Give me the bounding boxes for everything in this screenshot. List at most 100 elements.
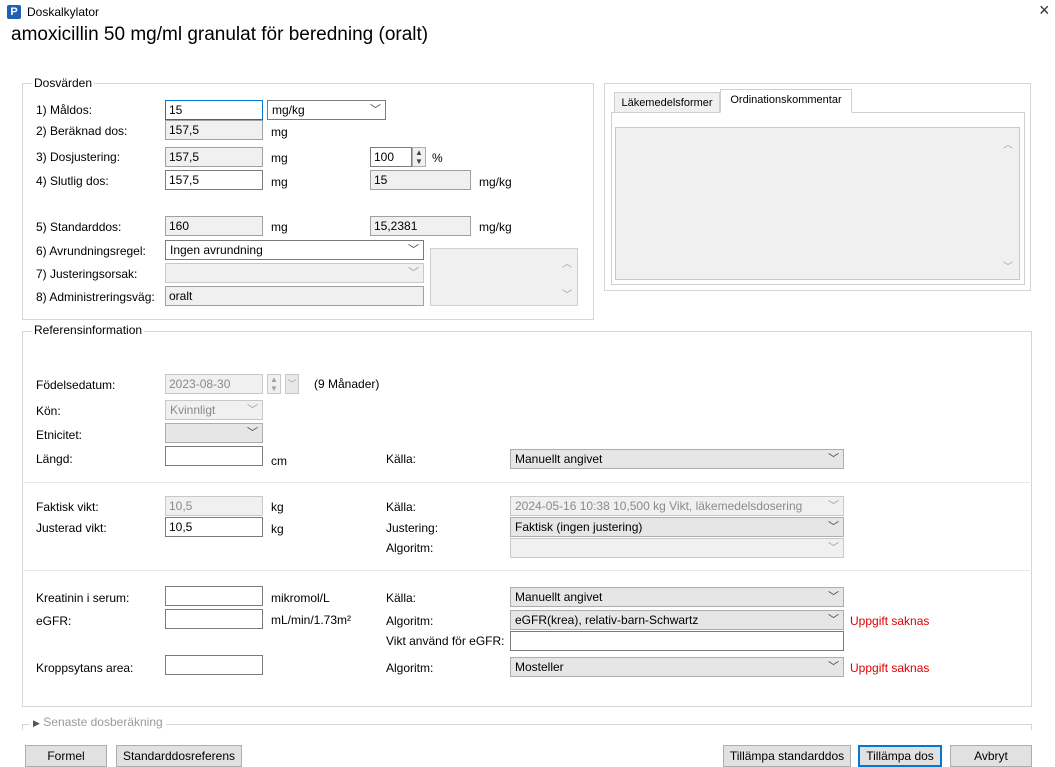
egfr-algoritm-label: Algoritm: (386, 614, 434, 628)
scroll-down-icon[interactable]: ﹀ (1003, 258, 1013, 273)
chevron-down-icon: ﹀ (828, 542, 839, 554)
kreatinin-input[interactable] (165, 586, 263, 606)
fodelse-input[interactable]: 2023-08-30 (165, 374, 263, 394)
chevron-down-icon: ﹀ (828, 661, 839, 673)
justeringsorsak-comment-box[interactable]: ︿ ﹀ (430, 248, 578, 306)
faktisk-vikt-source-label: Källa: (386, 500, 417, 514)
chevron-down-icon: ﹀ (408, 267, 419, 279)
justerad-vikt-label: Justerad vikt: (36, 521, 107, 535)
beraknad-value: 157,5 (165, 120, 263, 140)
beraknad-label: 2) Beräknad dos: (36, 124, 128, 138)
justeringsorsak-select[interactable]: ﹀ (165, 263, 424, 283)
chevron-down-icon: ﹀ (828, 453, 839, 465)
avrundning-select[interactable]: Ingen avrundning ﹀ (165, 240, 424, 260)
chevron-down-icon: ﹀ (828, 500, 839, 512)
fodelse-calendar-dropdown[interactable]: ﹀ (285, 374, 299, 394)
avbryt-button[interactable]: Avbryt (950, 745, 1032, 767)
egfr-algoritm-value: eGFR(krea), relativ-barn-Schwartz (515, 613, 699, 627)
maldos-unit-select[interactable]: mg/kg ﹀ (267, 100, 386, 120)
kroppsyta-missing-text: Uppgift saknas (850, 661, 930, 675)
vikt-algoritm-select[interactable]: ﹀ (510, 538, 844, 558)
tillampa-dos-button[interactable]: Tillämpa dos (858, 745, 942, 767)
tab-lakemedelsformer[interactable]: Läkemedelsformer (614, 92, 720, 112)
standarddosreferens-button[interactable]: Standarddosreferens (116, 745, 242, 767)
langd-source-select[interactable]: Manuellt angivet ﹀ (510, 449, 844, 469)
formel-button[interactable]: Formel (25, 745, 107, 767)
faktisk-vikt-source-value: 2024-05-16 10:38 10,500 kg Vikt, läkemed… (515, 499, 803, 513)
percent-spinner[interactable]: ▲ ▼ (412, 147, 426, 167)
justeringsorsak-label: 7) Justeringsorsak: (36, 267, 138, 281)
kroppsyta-label: Kroppsytans area: (36, 661, 134, 675)
standard-label: 5) Standarddos: (36, 220, 122, 234)
justerad-vikt-unit: kg (271, 522, 284, 536)
standard-perkg-value: 15,2381 (370, 216, 471, 236)
kreatinin-unit: mikromol/L (271, 591, 330, 605)
egfr-label: eGFR: (36, 614, 72, 628)
kroppsyta-algoritm-value: Mosteller (515, 660, 564, 674)
drug-title: amoxicillin 50 mg/ml granulat för beredn… (11, 24, 429, 45)
dosjustering-label: 3) Dosjustering: (36, 150, 121, 164)
justering-select[interactable]: Faktisk (ingen justering) ﹀ (510, 517, 844, 537)
scroll-up-icon[interactable]: ︿ (1003, 136, 1013, 151)
fodelse-label: Födelsedatum: (36, 378, 116, 392)
egfr-algoritm-select[interactable]: eGFR(krea), relativ-barn-Schwartz ﹀ (510, 610, 844, 630)
scroll-up-icon[interactable]: ︿ (562, 255, 572, 270)
slutlig-perkg-unit: mg/kg (479, 175, 512, 189)
fodelse-spinner[interactable]: ▲ ▼ (267, 374, 281, 394)
slutlig-input[interactable]: 157,5 (165, 170, 263, 190)
kon-value: Kvinnligt (170, 403, 216, 417)
kroppsyta-input[interactable] (165, 655, 263, 675)
divider (22, 570, 1032, 571)
egfr-input[interactable] (165, 609, 263, 629)
etnicitet-select[interactable]: ﹀ (165, 423, 263, 443)
kreatinin-source-value: Manuellt angivet (515, 590, 603, 604)
kroppsyta-algoritm-select[interactable]: Mosteller ﹀ (510, 657, 844, 677)
kreatinin-source-select[interactable]: Manuellt angivet ﹀ (510, 587, 844, 607)
ordinationskommentar-textarea[interactable]: ︿ ﹀ (615, 127, 1020, 280)
chevron-down-icon: ﹀ (247, 427, 258, 439)
langd-source-value: Manuellt angivet (515, 452, 603, 466)
egfr-missing-text: Uppgift saknas (850, 614, 930, 628)
admin-label: 8) Administreringsväg: (36, 290, 155, 304)
senaste-expander[interactable]: ▶ Senaste dosberäkning (30, 715, 166, 729)
close-icon[interactable]: × (1039, 0, 1050, 21)
beraknad-unit: mg (271, 125, 288, 139)
scroll-down-icon[interactable]: ﹀ (562, 286, 572, 301)
slutlig-label: 4) Slutlig dos: (36, 174, 109, 188)
age-text: (9 Månader) (314, 377, 380, 391)
window-title: Doskalkylator (27, 5, 100, 19)
tab-ordinationskommentar[interactable]: Ordinationskommentar (720, 89, 852, 113)
standard-perkg-unit: mg/kg (479, 220, 512, 234)
app-icon: P (7, 5, 21, 19)
langd-label: Längd: (36, 452, 73, 466)
kon-label: Kön: (36, 404, 61, 418)
faktisk-vikt-source-select[interactable]: 2024-05-16 10:38 10,500 kg Vikt, läkemed… (510, 496, 844, 516)
kreatinin-label: Kreatinin i serum: (36, 591, 130, 605)
maldos-unit-value: mg/kg (272, 103, 305, 117)
chevron-down-icon: ﹀ (828, 614, 839, 626)
maldos-label: 1) Måldos: (36, 103, 93, 117)
kroppsyta-algoritm-label: Algoritm: (386, 661, 434, 675)
egfr-unit: mL/min/1.73m² (271, 613, 352, 627)
egfr-weight-label: Vikt använd för eGFR: (386, 634, 505, 648)
senaste-label: Senaste dosberäkning (43, 715, 163, 729)
tab-label: Ordinationskommentar (730, 94, 842, 106)
senaste-divider (22, 724, 1032, 730)
faktisk-vikt-input[interactable]: 10,5 (165, 496, 263, 516)
maldos-input[interactable]: 15 (165, 100, 263, 120)
chevron-down-icon: ﹀ (828, 591, 839, 603)
tillampa-standarddos-button[interactable]: Tillämpa standarddos (723, 745, 851, 767)
langd-input[interactable] (165, 446, 263, 466)
kon-select[interactable]: Kvinnligt ﹀ (165, 400, 263, 420)
avrundning-label: 6) Avrundningsregel: (36, 244, 146, 258)
standard-value: 160 (165, 216, 263, 236)
vikt-algoritm-label: Algoritm: (386, 541, 434, 555)
dosjustering-percent-input[interactable]: 100 (370, 147, 412, 167)
divider (22, 482, 1032, 483)
justerad-vikt-input[interactable]: 10,5 (165, 517, 263, 537)
etnicitet-label: Etnicitet: (36, 428, 83, 442)
avrundning-value: Ingen avrundning (170, 243, 263, 257)
faktisk-vikt-label: Faktisk vikt: (36, 500, 99, 514)
chevron-down-icon: ﹀ (247, 404, 258, 416)
egfr-weight-input[interactable] (510, 631, 844, 651)
